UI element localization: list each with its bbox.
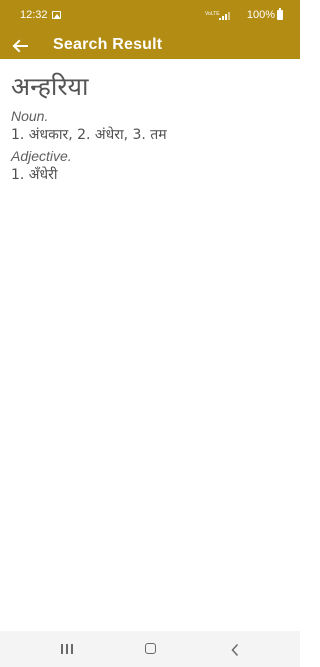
battery-percent: 100% [246, 9, 275, 21]
back-icon[interactable] [230, 642, 240, 657]
status-time: 12:32 [20, 9, 48, 21]
meanings: 1. अँधेरी [11, 167, 58, 183]
pos-label: Noun. [11, 108, 49, 124]
app-bar: Search Result [0, 32, 300, 59]
recents-icon[interactable] [61, 644, 73, 654]
search-result: अन्हरिया Noun. 1. अंधकार, 2. अंधेरा, 3. … [11, 69, 291, 187]
page-title: Search Result [53, 36, 163, 53]
headword: अन्हरिया [11, 72, 89, 101]
back-button[interactable] [8, 34, 32, 58]
pos-label: Adjective. [11, 148, 72, 164]
entry-noun: Noun. 1. अंधकार, 2. अंधेरा, 3. तम [11, 107, 291, 145]
battery-icon [277, 8, 283, 20]
home-icon[interactable] [145, 643, 156, 654]
entry-adjective: Adjective. 1. अँधेरी [11, 147, 291, 185]
meanings: 1. अंधकार, 2. अंधेरा, 3. तम [11, 127, 167, 143]
system-nav-bar [0, 631, 300, 667]
image-icon [52, 11, 61, 19]
signal-icon [219, 12, 230, 20]
arrow-left-icon [12, 39, 28, 53]
status-bar: 12:32 VoLTE 100% [0, 0, 300, 32]
volte-icon: VoLTE [205, 11, 220, 17]
